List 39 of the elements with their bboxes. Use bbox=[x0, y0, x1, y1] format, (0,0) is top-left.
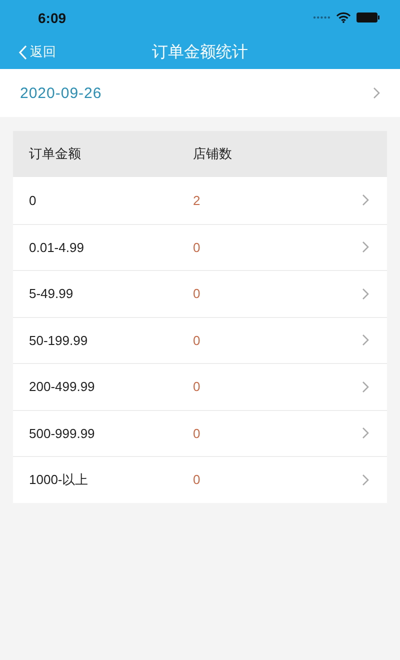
chevron-right-icon bbox=[362, 380, 369, 393]
battery-icon bbox=[356, 12, 380, 23]
store-count-cell-text: 0 bbox=[193, 379, 202, 394]
amount-cell-text: 0.01-4.99 bbox=[29, 240, 85, 255]
table-row[interactable]: 500-999.99 0 bbox=[13, 410, 387, 456]
column-header: 店铺数 bbox=[193, 146, 233, 163]
store-count-cell-text: 0 bbox=[193, 286, 202, 302]
table-row[interactable]: 5-49.99 0 bbox=[13, 270, 387, 316]
chevron-right-icon bbox=[362, 427, 369, 440]
store-count-cell-text: 2 bbox=[193, 192, 202, 208]
amount-cell-text: 5-49.99 bbox=[29, 286, 74, 302]
store-count-cell-text: 0 bbox=[193, 472, 202, 488]
status-time: 6:09 bbox=[38, 10, 66, 26]
table-row[interactable]: 50-199.99 0 bbox=[13, 316, 387, 363]
chevron-right-icon bbox=[362, 194, 369, 206]
amount-cell-text: 1000-以上 bbox=[29, 470, 90, 489]
table-row[interactable]: 1000-以上 0 bbox=[13, 456, 387, 502]
amount-cell-text: 50-199.99 bbox=[29, 332, 89, 348]
amount-cell-text: 200-499.99 bbox=[29, 379, 96, 394]
table-row[interactable]: 0.01-4.99 0 bbox=[13, 224, 387, 270]
store-count-cell-text: 0 bbox=[193, 240, 202, 255]
chevron-right-icon bbox=[362, 474, 369, 486]
page-title: 订单金额统计 bbox=[152, 42, 248, 62]
table-row[interactable]: 0 2 bbox=[13, 177, 387, 224]
store-count-cell-text: 0 bbox=[193, 426, 202, 441]
amount-cell-text: 500-999.99 bbox=[29, 426, 96, 441]
date-row[interactable]: 2020-09-26 bbox=[0, 69, 400, 117]
chevron-right-icon bbox=[362, 241, 369, 254]
store-count-cell-text: 0 bbox=[193, 332, 202, 348]
chevron-right-icon bbox=[362, 334, 369, 346]
table-row[interactable]: 200-499.99 0 bbox=[13, 363, 387, 410]
wifi-icon bbox=[336, 12, 351, 23]
column-header: 订单金额 bbox=[29, 146, 82, 163]
chevron-left-icon bbox=[18, 44, 27, 60]
chevron-right-icon bbox=[362, 288, 369, 300]
chevron-right-icon bbox=[373, 87, 380, 99]
date-text: 2020-09-26 bbox=[20, 84, 102, 102]
amount-cell-text: 0 bbox=[29, 192, 38, 208]
signal-dots-icon bbox=[313, 16, 331, 19]
